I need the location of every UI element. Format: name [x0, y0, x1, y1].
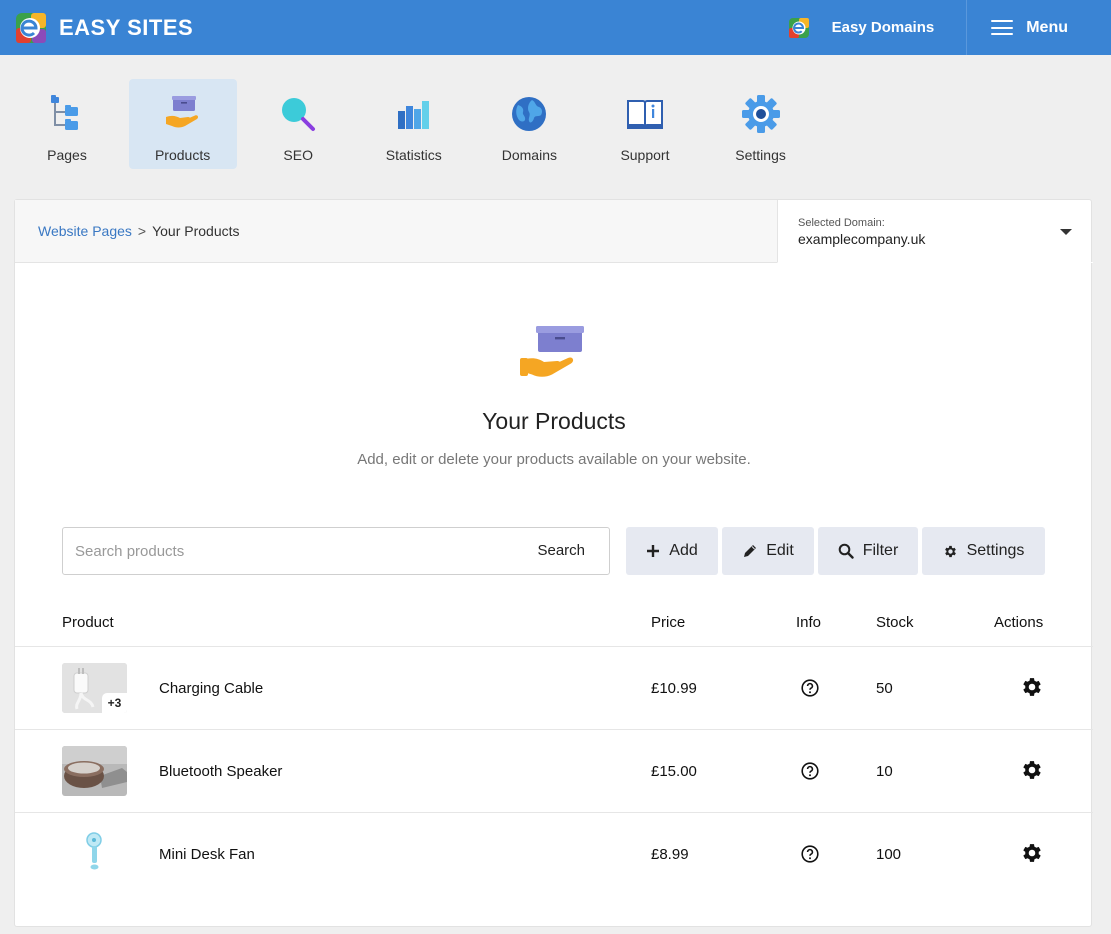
search-button[interactable]: Search [537, 542, 585, 559]
nav-label-support: Support [620, 147, 670, 163]
gear-icon[interactable] [1021, 676, 1043, 698]
domain-selector[interactable]: Selected Domain: examplecompany.uk [777, 200, 1093, 263]
plus-icon [647, 545, 660, 557]
table-row[interactable]: +3 Charging Cable £10.99 50 [15, 646, 1093, 729]
nav-label-pages: Pages [47, 147, 87, 163]
product-stock: 50 [876, 680, 893, 697]
nav-item-products[interactable]: Products [128, 79, 237, 169]
add-button[interactable]: Add [626, 527, 718, 575]
table-row[interactable]: Bluetooth Speaker £15.00 10 [15, 729, 1093, 812]
breadcrumb-link-website-pages[interactable]: Website Pages [38, 223, 132, 239]
gear-icon[interactable] [1021, 842, 1043, 864]
easy-domains-logo-icon [788, 17, 809, 38]
sitemap-icon [51, 95, 78, 130]
nav-label-statistics: Statistics [385, 147, 442, 163]
product-stock: 100 [876, 846, 902, 863]
product-stock: 10 [876, 763, 893, 780]
products-card: Website Pages > Your Products Selected D… [14, 199, 1093, 927]
menu-button[interactable]: Menu [967, 0, 1111, 55]
nav-item-seo[interactable]: SEO [244, 79, 352, 169]
product-name: Bluetooth Speaker [159, 763, 283, 780]
nav-label-settings: Settings [735, 147, 786, 163]
main-nav: Pages Products SEO Statistics Domains Su… [13, 79, 822, 169]
nav-item-settings[interactable]: Settings [707, 79, 815, 169]
nav-label-seo: SEO [283, 147, 313, 163]
search-icon [838, 543, 854, 559]
brand-name: EASY SITES [59, 14, 194, 40]
nav-label-domains: Domains [501, 147, 557, 163]
breadcrumb-current: Your Products [152, 223, 240, 239]
table-row[interactable]: Mini Desk Fan £8.99 100 [15, 812, 1093, 895]
book-info-icon [626, 100, 663, 129]
menu-label: Menu [1026, 18, 1068, 36]
question-circle-icon[interactable] [801, 762, 819, 780]
column-header-stock: Stock [876, 614, 914, 631]
product-thumbnail[interactable]: +3 [62, 663, 127, 713]
page-subtitle: Add, edit or delete your products availa… [357, 451, 751, 468]
magnifier-icon [282, 98, 316, 131]
easy-domains-label: Easy Domains [831, 19, 935, 36]
page-title: Your Products [482, 408, 626, 434]
product-price: £10.99 [651, 680, 697, 697]
edit-button-label: Edit [766, 542, 794, 559]
search-box: Search [62, 527, 610, 575]
column-header-actions: Actions [994, 614, 1044, 631]
edit-button[interactable]: Edit [722, 527, 814, 575]
breadcrumb: Website Pages > Your Products [15, 200, 777, 263]
bluetooth-speaker-image [62, 746, 127, 796]
mini-desk-fan-image [62, 829, 127, 879]
nav-item-statistics[interactable]: Statistics [360, 79, 468, 169]
hamburger-icon [991, 20, 1014, 35]
nav-label-products: Products [154, 147, 211, 163]
easy-sites-logo-icon [16, 12, 46, 43]
search-input[interactable] [63, 528, 503, 574]
pencil-icon [744, 544, 757, 557]
breadcrumb-separator: > [137, 223, 147, 239]
domain-selector-caption: Selected Domain: [798, 217, 885, 229]
add-button-label: Add [669, 542, 698, 559]
gear-icon [741, 95, 780, 133]
globe-icon [512, 97, 547, 131]
bar-chart-icon [397, 101, 429, 129]
filter-button-label: Filter [862, 542, 899, 559]
extra-images-badge: +3 [102, 693, 127, 713]
gear-icon[interactable] [1021, 759, 1043, 781]
product-thumbnail[interactable] [62, 829, 127, 879]
gear-icon [944, 545, 956, 557]
nav-item-pages[interactable]: Pages [13, 79, 121, 169]
easy-domains-link[interactable]: Easy Domains [760, 0, 968, 55]
column-header-info: Info [796, 614, 822, 631]
column-header-product: Product [62, 614, 114, 631]
column-header-price: Price [651, 614, 686, 631]
settings-button-label: Settings [966, 542, 1025, 559]
nav-item-support[interactable]: Support [591, 79, 699, 169]
product-price: £8.99 [651, 846, 689, 863]
nav-item-domains[interactable]: Domains [475, 79, 583, 169]
product-box-hand-icon [165, 96, 198, 128]
chevron-down-icon [1060, 229, 1072, 235]
product-box-hand-icon [520, 326, 584, 377]
filter-button[interactable]: Filter [818, 527, 918, 575]
question-circle-icon[interactable] [801, 679, 819, 697]
domain-selector-value: examplecompany.uk [798, 231, 926, 247]
top-bar: EASY SITES Easy Domains Menu [0, 0, 1111, 55]
brand[interactable]: EASY SITES [0, 0, 193, 55]
question-circle-icon[interactable] [801, 845, 819, 863]
settings-button[interactable]: Settings [922, 527, 1045, 575]
product-name: Mini Desk Fan [159, 846, 255, 863]
product-name: Charging Cable [159, 680, 264, 697]
product-price: £15.00 [651, 763, 697, 780]
product-thumbnail[interactable] [62, 746, 127, 796]
